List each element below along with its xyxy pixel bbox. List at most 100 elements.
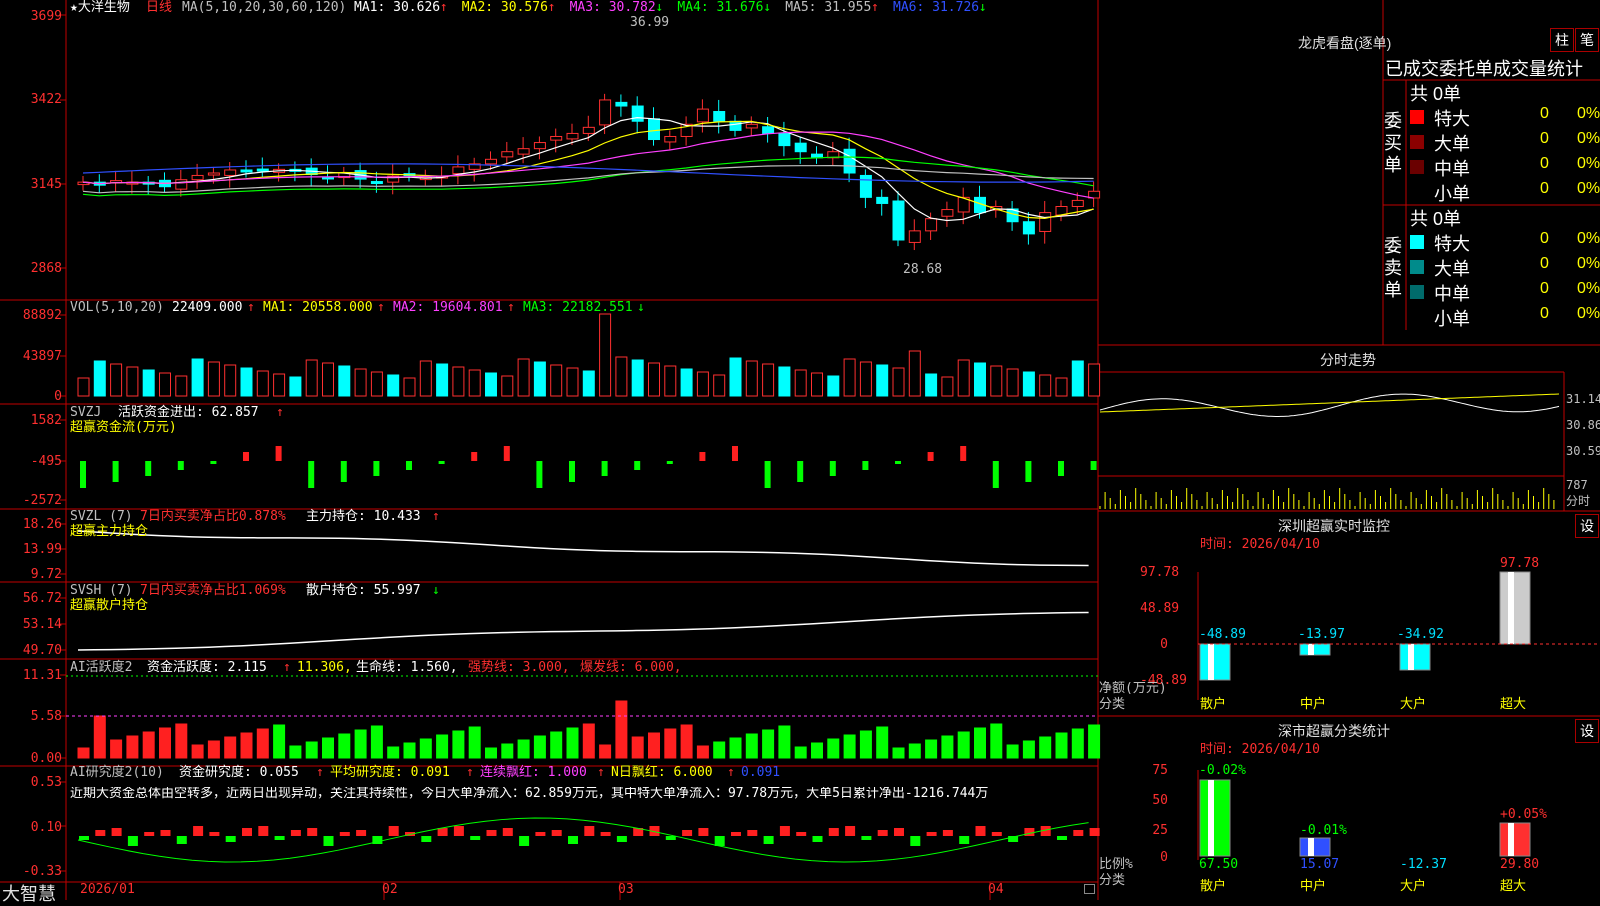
stat-bottom-val: 29.80 [1500, 857, 1540, 872]
ai1-val: 11.306, [297, 660, 352, 675]
ai1-ytick: 5.58 [30, 709, 62, 724]
flow-bar [829, 461, 836, 476]
volume-bar [452, 366, 465, 397]
activity-bar [533, 735, 546, 759]
activity-bar [631, 736, 644, 759]
up-arrow-icon: ↑ [283, 660, 291, 675]
volume-bar [305, 359, 318, 397]
activity-bar [452, 730, 465, 759]
ma-params: MA(5,10,20,30,60,120) [182, 0, 347, 15]
up-arrow-icon: ↑ [377, 300, 385, 315]
research-bar [242, 828, 252, 836]
candle-body [859, 174, 872, 198]
stat-cat: 大户 [1400, 879, 1427, 894]
minute-ytick: 31.14 [1566, 392, 1600, 406]
bar-mode-button[interactable]: 柱 [1550, 28, 1574, 52]
ma-legend-item: MA3: 30.782 [569, 0, 656, 15]
volume-bar [142, 369, 155, 397]
flow-bar [992, 461, 999, 488]
volume-bar [533, 361, 546, 397]
svzl-ytick: 13.99 [22, 542, 62, 557]
candle-body [925, 218, 938, 232]
stat-bar [1208, 780, 1214, 856]
activity-bar [843, 734, 856, 759]
flow-bar [601, 461, 608, 476]
up-arrow-icon: ↑ [466, 765, 474, 780]
candle-body [452, 166, 465, 175]
svsh-label: SVSH (7) [70, 583, 133, 598]
svzj-value: 活跃资金进出: 62.857 [118, 405, 259, 420]
candle-body [533, 142, 546, 150]
activity-bar [892, 747, 905, 759]
lhb-row-pct: 0% [1577, 305, 1600, 322]
research-bar [421, 836, 432, 842]
up-arrow-icon: ↑ [727, 765, 735, 780]
research-bar [584, 826, 595, 836]
research-bar [1073, 830, 1084, 836]
ai2-ytick: -0.33 [22, 864, 62, 879]
stat-bottom-val: 67.50 [1199, 857, 1239, 872]
flow-bar [634, 461, 641, 470]
monitor-title: 深圳超赢实时监控 [1278, 518, 1390, 534]
monitor-settings-button[interactable]: 设 [1575, 514, 1599, 538]
monitor-value: -34.92 [1397, 627, 1444, 642]
stat-bar [1508, 823, 1514, 856]
activity-bar [941, 735, 954, 759]
svzj-label: SVZJ [70, 405, 102, 420]
candle-body [664, 135, 677, 143]
minute-price-line [1099, 393, 1560, 417]
activity-bar [1039, 736, 1052, 759]
stat-settings-button[interactable]: 设 [1575, 719, 1599, 743]
flow-bar [732, 446, 738, 461]
lhb-row-count: 0 [1540, 280, 1549, 297]
stat-ytick: 75 [1152, 763, 1168, 778]
activity-bar [990, 723, 1003, 759]
research-bar [910, 836, 921, 846]
volume-bar [648, 362, 660, 397]
x-label: 2026/01 [80, 882, 135, 897]
research-bar [486, 830, 497, 836]
activity-bar [696, 745, 709, 759]
research-bar [453, 826, 464, 836]
down-arrow-icon: ↓ [978, 0, 987, 15]
lock-icon[interactable] [1084, 884, 1095, 894]
activity-bar [468, 726, 481, 759]
monitor-time: 时间: 2026/04/10 [1200, 537, 1320, 552]
stat-bar [1308, 838, 1314, 856]
ai2-ytick: 0.10 [30, 820, 62, 835]
research-bar [568, 836, 578, 844]
volume-bar [990, 365, 1003, 397]
activity-bar [110, 739, 123, 759]
activity-bar [908, 743, 921, 759]
candle-body [778, 132, 791, 147]
activity-bar [599, 744, 612, 759]
volume-bar [485, 372, 497, 397]
up-arrow-icon: ↑ [316, 765, 324, 780]
volume-bar [338, 365, 351, 397]
volume-bar [370, 371, 383, 397]
color-swatch [1410, 285, 1424, 299]
flow-bar [471, 452, 478, 461]
activity-bar [175, 723, 188, 759]
buy-total: 共 0单 [1410, 84, 1462, 104]
volume-bar [1071, 360, 1084, 397]
research-bar [796, 832, 807, 836]
up-arrow-icon: ↑ [432, 509, 440, 524]
activity-bar [387, 746, 400, 759]
k-ytick: 3699 [30, 9, 62, 24]
flow-bar [438, 461, 445, 464]
research-bar [877, 830, 888, 836]
monitor-bar [1308, 644, 1314, 655]
tick-mode-button[interactable]: 笔 [1575, 28, 1599, 52]
brand-logo: 大智慧 [2, 884, 56, 904]
volume-bar [925, 373, 938, 397]
svzl-ytick: 18.26 [22, 517, 62, 532]
period-label[interactable]: 日线 [146, 1, 172, 15]
research-bar [79, 836, 89, 840]
volume-bar [811, 372, 823, 397]
candle-body [843, 148, 856, 174]
low-price-label: 28.68 [903, 262, 943, 277]
lhb-header: 已成交委托单成交量统计 [1385, 59, 1583, 79]
lhb-row-pct: 0% [1577, 130, 1600, 147]
activity-bar [811, 742, 823, 759]
